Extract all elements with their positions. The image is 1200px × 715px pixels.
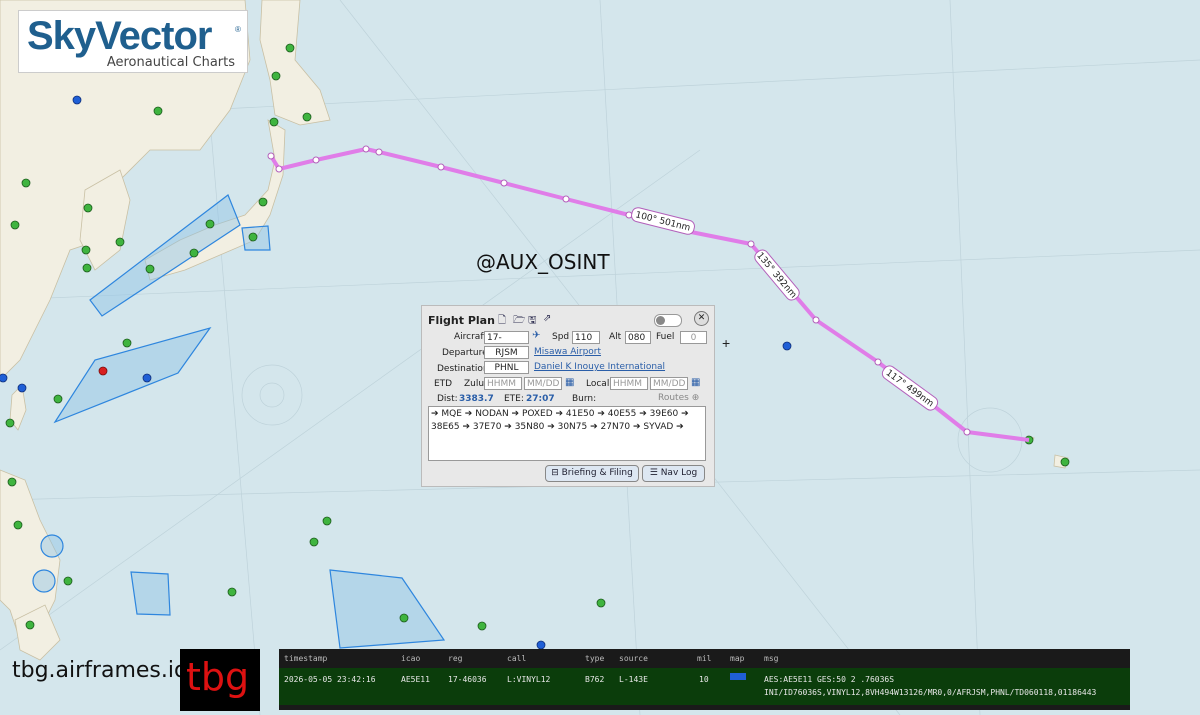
folder-open-icon[interactable]: 🗁: [513, 313, 525, 330]
tbg-logo-text: tbg: [186, 655, 250, 699]
route-line: ➔ MQE ➔ NODAN ➔ POXED ➔ 41E50 ➔ 40E55 ➔ …: [431, 409, 689, 419]
zulu-date-field[interactable]: MM/DD: [524, 377, 562, 390]
acars-message-table: timestamp icao reg call type source mil …: [279, 649, 1130, 710]
save-icon[interactable]: 🖫: [528, 313, 537, 330]
local-time-field[interactable]: HHMM: [610, 377, 648, 390]
col-header-call: call: [507, 654, 527, 663]
cell-icao: AE5E11: [401, 675, 430, 684]
close-icon[interactable]: ✕: [694, 311, 709, 326]
flight-plan-panel: Flight Plan 🗋 🗁 🖫 ⇗ ✕ Aircraft 17-46036 …: [421, 305, 715, 487]
table-row[interactable]: 2026-05-05 23:42:16 AE5E11 17-46036 L:VI…: [279, 668, 1130, 705]
skyvector-logo[interactable]: SkyVector ® Aeronautical Charts: [18, 10, 248, 73]
logo-subtitle: Aeronautical Charts: [106, 55, 235, 70]
new-file-icon[interactable]: 🗋: [498, 313, 506, 330]
routes-toggle[interactable]: Routes ⊕: [658, 393, 699, 403]
map-icon[interactable]: [730, 673, 746, 680]
briefing-filing-button[interactable]: ⊟ Briefing & Filing: [545, 465, 639, 482]
aircraft-label: Aircraft: [454, 332, 487, 342]
col-header-msg: msg: [764, 654, 779, 663]
ete-value: 27:07: [526, 394, 555, 404]
departure-label: Departure: [442, 348, 488, 358]
tbg-site-text: tbg.airframes.io: [12, 658, 188, 683]
cell-reg: 17-46036: [448, 675, 487, 684]
destination-airport-link[interactable]: Daniel K Inouye International: [534, 362, 665, 372]
etd-label: ETD: [434, 379, 453, 389]
departure-airport-link[interactable]: Misawa Airport: [534, 347, 601, 357]
cell-timestamp: 2026-05-05 23:42:16: [284, 675, 376, 684]
flight-plan-title: Flight Plan: [428, 314, 495, 327]
calendar-icon[interactable]: ▦: [565, 377, 574, 388]
cell-msg-line1: AES:AE5E11 GES:50 2 .76036S: [764, 675, 895, 684]
col-header-source: source: [619, 654, 648, 663]
crosshair-cursor: +: [722, 335, 731, 351]
plus-circle-icon: ⊕: [691, 393, 700, 403]
watermark-text: @AUX_OSINT: [476, 250, 610, 274]
spd-label: Spd: [552, 332, 570, 342]
destination-label: Destination: [437, 364, 489, 374]
tbg-logo: tbg: [180, 649, 260, 711]
aircraft-field[interactable]: 17-46036: [484, 331, 529, 356]
route-line: 38E65 ➔ 37E70 ➔ 35N80 ➔ 30N75 ➔ 27N70 ➔ …: [431, 422, 684, 432]
airplane-icon[interactable]: ✈: [532, 330, 540, 341]
dist-value: 3383.7: [459, 394, 494, 404]
col-header-reg: reg: [448, 654, 463, 663]
panel-toggle[interactable]: [654, 314, 682, 327]
zulu-time-field[interactable]: HHMM: [484, 377, 522, 390]
col-header-type: type: [585, 654, 605, 663]
ete-label: ETE:: [504, 394, 524, 404]
burn-label: Burn:: [572, 394, 597, 404]
alt-label: Alt: [609, 332, 622, 342]
alt-field[interactable]: 080: [625, 331, 651, 344]
col-header-timestamp: timestamp: [284, 654, 328, 663]
cell-msg-line2: INI/ID76036S,VINYL12,8VH494W13126/MR0,0/…: [764, 688, 1097, 697]
spd-field[interactable]: 110: [572, 331, 600, 344]
local-date-field[interactable]: MM/DD: [650, 377, 688, 390]
calendar-icon[interactable]: ▦: [691, 377, 700, 388]
local-label: Local: [586, 379, 610, 389]
fuel-label: Fuel: [656, 332, 675, 342]
cell-mil: 10: [699, 675, 709, 684]
logo-reg-mark: ®: [235, 25, 241, 34]
routes-label: Routes: [658, 393, 689, 403]
zulu-label: Zulu: [464, 379, 485, 389]
cell-type: B762: [585, 675, 605, 684]
route-textarea[interactable]: ➔ MQE ➔ NODAN ➔ POXED ➔ 41E50 ➔ 40E55 ➔ …: [428, 406, 706, 461]
departure-field[interactable]: RJSM: [484, 346, 529, 359]
dist-label: Dist:: [437, 394, 458, 404]
col-header-map: map: [730, 654, 745, 663]
col-header-icao: icao: [401, 654, 421, 663]
nav-log-button[interactable]: ☰ Nav Log: [642, 465, 705, 482]
fuel-field[interactable]: 0: [680, 331, 707, 344]
share-icon[interactable]: ⇗: [543, 313, 551, 324]
col-header-mil: mil: [697, 654, 712, 663]
cell-source: L-143E: [619, 675, 648, 684]
destination-field[interactable]: PHNL: [484, 361, 529, 374]
logo-brand: SkyVector: [27, 14, 212, 58]
cell-call: L:VINYL12: [507, 675, 551, 684]
